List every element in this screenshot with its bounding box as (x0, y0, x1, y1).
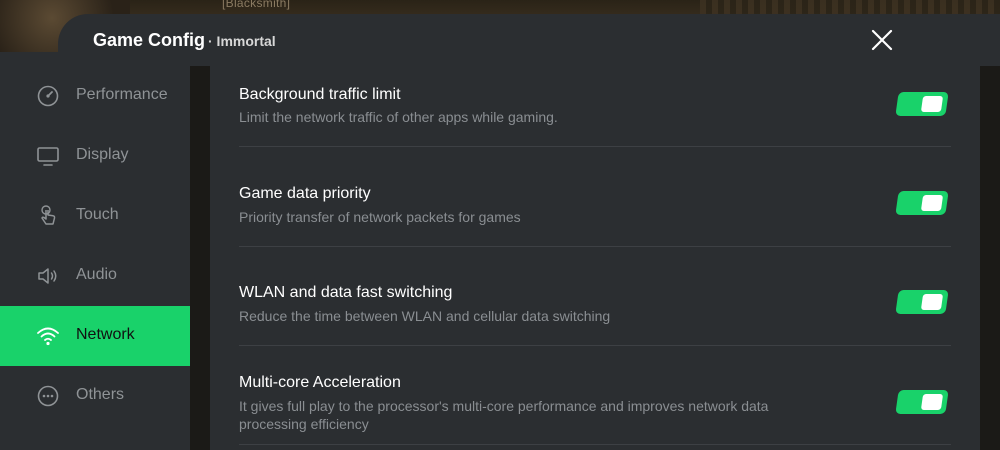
sidebar-item-label: Others (76, 386, 125, 403)
multi-core-acceleration-toggle[interactable] (895, 390, 949, 414)
toggle-knob (920, 96, 944, 112)
game-overlay-tag: [Blacksmith] (222, 0, 291, 10)
setting-row-game-data-priority: Game data priority Priority transfer of … (239, 147, 951, 247)
more-dots-icon (37, 385, 59, 407)
setting-title: WLAN and data fast switching (239, 284, 453, 301)
touch-hand-icon (41, 205, 56, 225)
sidebar-item-display[interactable]: Display (0, 126, 190, 186)
sidebar-item-touch[interactable]: Touch (0, 186, 190, 246)
header-bar: Game Config · Immortal (0, 14, 1000, 66)
sidebar-item-network[interactable]: Network (0, 306, 190, 366)
setting-title: Multi-core Acceleration (239, 374, 401, 391)
setting-description: Priority transfer of network packets for… (239, 209, 521, 225)
close-icon (871, 29, 893, 51)
wifi-icon (37, 327, 59, 346)
toggle-knob (920, 195, 944, 211)
sidebar: Performance Display Touch Audio Network … (0, 66, 190, 450)
wlan-fast-switching-toggle[interactable] (895, 290, 949, 314)
monitor-icon (37, 147, 59, 166)
sidebar-item-performance[interactable]: Performance (0, 66, 190, 126)
setting-row-multi-core-acceleration: Multi-core Acceleration It gives full pl… (239, 346, 951, 445)
toggle-knob (920, 394, 944, 410)
sidebar-item-others[interactable]: Others (0, 366, 190, 426)
game-config-screen: [Blacksmith] Game Config · Immortal Perf… (0, 0, 1000, 450)
settings-panel: Background traffic limit Limit the netwo… (210, 66, 980, 450)
setting-row-wlan-fast-switching: WLAN and data fast switching Reduce the … (239, 247, 951, 346)
sidebar-item-label: Touch (76, 206, 119, 223)
game-name-subtitle: · Immortal (208, 33, 276, 49)
setting-row-background-traffic-limit: Background traffic limit Limit the netwo… (239, 66, 951, 147)
sidebar-item-label: Audio (76, 266, 117, 283)
sidebar-item-label: Performance (76, 86, 168, 103)
setting-description: It gives full play to the processor's mu… (239, 398, 769, 432)
setting-description: Reduce the time between WLAN and cellula… (239, 308, 611, 324)
sidebar-item-label: Network (76, 326, 135, 343)
toggle-knob (920, 294, 944, 310)
gauge-icon (37, 85, 59, 107)
setting-title: Background traffic limit (239, 86, 401, 103)
setting-description: Limit the network traffic of other apps … (239, 109, 558, 125)
close-button[interactable] (866, 24, 898, 56)
sidebar-item-label: Display (76, 146, 129, 163)
setting-title: Game data priority (239, 185, 371, 202)
game-data-priority-toggle[interactable] (895, 191, 949, 215)
speaker-icon (38, 268, 57, 284)
sidebar-item-audio[interactable]: Audio (0, 246, 190, 306)
background-traffic-limit-toggle[interactable] (895, 92, 949, 116)
page-title: Game Config (93, 30, 206, 50)
